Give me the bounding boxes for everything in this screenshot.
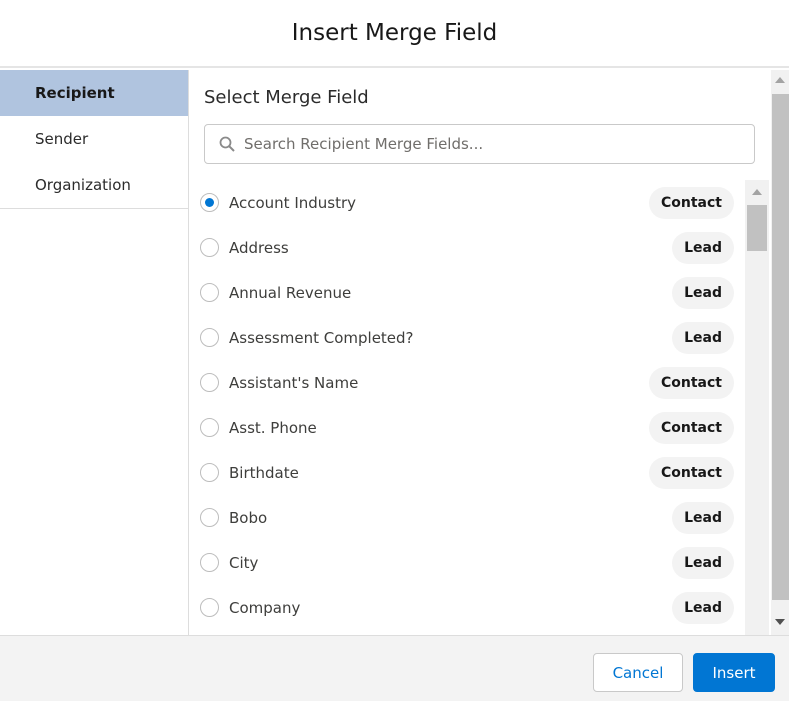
dialog-title: Insert Merge Field (291, 20, 498, 46)
radio-button[interactable] (200, 283, 219, 302)
object-type-badge: Contact (649, 411, 734, 444)
sidebar: Recipient Sender Organization (0, 70, 188, 209)
radio-button[interactable] (200, 328, 219, 347)
scroll-down-icon[interactable] (775, 619, 785, 625)
sidebar-item-organization[interactable]: Organization (0, 162, 188, 208)
list-item[interactable]: Account Industry Contact (189, 180, 745, 225)
object-type-badge: Lead (672, 546, 734, 579)
search-box[interactable] (204, 124, 755, 164)
list-item[interactable]: Bobo Lead (189, 495, 745, 540)
scroll-up-icon[interactable] (775, 77, 785, 83)
radio-button[interactable] (200, 598, 219, 617)
section-heading: Select Merge Field (204, 87, 369, 108)
cancel-button[interactable]: Cancel (593, 653, 683, 692)
list-item[interactable]: Address Lead (189, 225, 745, 270)
list-item[interactable]: Birthdate Contact (189, 450, 745, 495)
search-icon (219, 136, 235, 152)
scroll-up-icon[interactable] (752, 189, 762, 195)
radio-button[interactable] (200, 463, 219, 482)
sidebar-item-sender[interactable]: Sender (0, 116, 188, 162)
radio-button[interactable] (200, 193, 219, 212)
scrollbar-thumb[interactable] (747, 205, 767, 251)
list-item[interactable]: Annual Revenue Lead (189, 270, 745, 315)
list-item[interactable]: Company Lead (189, 585, 745, 630)
object-type-badge: Contact (649, 186, 734, 219)
list-item[interactable]: City Lead (189, 540, 745, 585)
field-label: Assessment Completed? (229, 328, 414, 347)
field-list: Account Industry Contact Address Lead An… (189, 180, 745, 635)
field-label: City (229, 553, 259, 572)
field-label: Company (229, 598, 301, 617)
field-label: Bobo (229, 508, 268, 527)
object-type-badge: Lead (672, 231, 734, 264)
radio-button[interactable] (200, 418, 219, 437)
object-type-badge: Contact (649, 456, 734, 489)
field-label: Birthdate (229, 463, 299, 482)
object-type-badge: Lead (672, 591, 734, 624)
main-panel: Select Merge Field Account Industry Cont… (189, 70, 771, 635)
list-item[interactable]: Assessment Completed? Lead (189, 315, 745, 360)
radio-button[interactable] (200, 238, 219, 257)
search-input[interactable] (244, 135, 724, 153)
field-label: Account Industry (229, 193, 357, 212)
field-label: Assistant's Name (229, 373, 359, 392)
object-type-badge: Lead (672, 321, 734, 354)
radio-button[interactable] (200, 373, 219, 392)
list-item[interactable]: Asst. Phone Contact (189, 405, 745, 450)
scrollbar-thumb[interactable] (772, 94, 789, 600)
dialog-header: Insert Merge Field (0, 0, 789, 68)
object-type-badge: Lead (672, 276, 734, 309)
sidebar-item-recipient[interactable]: Recipient (0, 70, 188, 116)
radio-button[interactable] (200, 508, 219, 527)
object-type-badge: Contact (649, 366, 734, 399)
field-label: Address (229, 238, 289, 257)
field-label: Annual Revenue (229, 283, 352, 302)
radio-button[interactable] (200, 553, 219, 572)
field-label: Asst. Phone (229, 418, 317, 437)
dialog-footer: Cancel Insert (0, 635, 789, 701)
list-item[interactable]: Assistant's Name Contact (189, 360, 745, 405)
insert-button[interactable]: Insert (693, 653, 775, 692)
list-scrollbar[interactable] (745, 180, 769, 635)
page-scrollbar[interactable] (771, 70, 789, 635)
object-type-badge: Lead (672, 501, 734, 534)
